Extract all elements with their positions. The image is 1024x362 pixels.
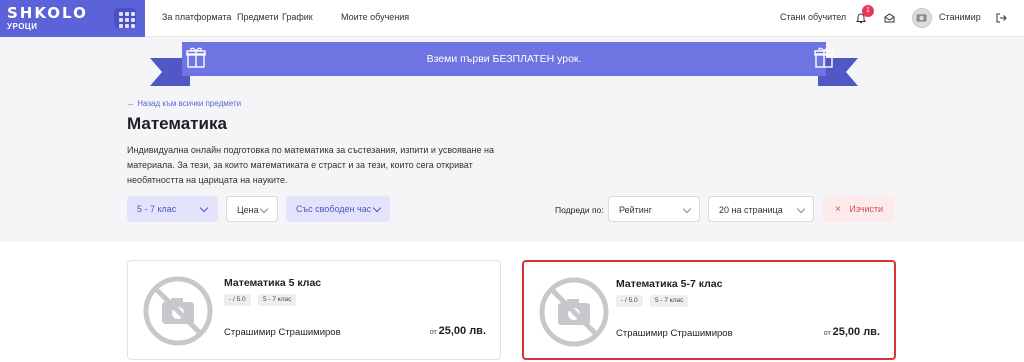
course-card[interactable]: Математика 5-7 клас - / 5.0 5 - 7 клас С… bbox=[522, 260, 896, 360]
page-title: Математика bbox=[127, 114, 227, 133]
price-filter[interactable]: Цена bbox=[226, 196, 278, 222]
price-filter-label: Цена bbox=[237, 205, 259, 215]
banner-text: Вземи първи БЕЗПЛАТЕН урок. bbox=[426, 53, 582, 65]
rating-badge: - / 5.0 bbox=[616, 295, 643, 307]
free-hour-filter[interactable]: Със свободен час bbox=[286, 196, 390, 222]
price-prefix: от bbox=[429, 329, 437, 336]
chevron-down-icon bbox=[682, 204, 692, 214]
grade-filter[interactable]: 5 - 7 клас bbox=[127, 196, 218, 222]
course-card[interactable]: Математика 5 клас - / 5.0 5 - 7 клас Стр… bbox=[127, 260, 501, 360]
grade-filter-value: 5 - 7 клас bbox=[137, 204, 177, 214]
nav-item-platform[interactable]: За платформата bbox=[162, 12, 231, 22]
camera-icon bbox=[916, 14, 927, 22]
logout-icon[interactable] bbox=[996, 13, 1007, 23]
no-image-icon bbox=[539, 277, 609, 347]
grade-badge: 5 - 7 клас bbox=[258, 294, 297, 306]
top-navbar: SHKOLO УРОЦИ За платформата Предмети Гра… bbox=[0, 0, 1024, 37]
nav-item-schedule[interactable]: График bbox=[282, 12, 313, 22]
sort-label: Подреди по: bbox=[555, 205, 604, 215]
per-page-value: 20 на страница bbox=[719, 205, 783, 215]
rating-badge: - / 5.0 bbox=[224, 294, 251, 306]
sort-order-value: Рейтинг bbox=[619, 205, 653, 215]
nav-item-subjects[interactable]: Предмети bbox=[237, 12, 279, 22]
free-hour-filter-label: Със свободен час bbox=[296, 204, 372, 214]
price-prefix: от bbox=[823, 330, 831, 337]
course-price: от 25,00 лв. bbox=[824, 326, 880, 338]
become-teacher-link[interactable]: Стани обучител bbox=[780, 12, 846, 22]
chevron-down-icon bbox=[796, 204, 806, 214]
grade-badge: 5 - 7 клас bbox=[650, 295, 689, 307]
inbox-icon[interactable] bbox=[884, 13, 895, 23]
clear-filters-button[interactable]: × Изчисти bbox=[823, 196, 895, 222]
avatar[interactable] bbox=[912, 8, 932, 28]
chevron-down-icon bbox=[372, 203, 382, 213]
user-name[interactable]: Станимир bbox=[939, 12, 981, 22]
apps-grid-icon[interactable] bbox=[114, 8, 136, 28]
nav-item-my-courses[interactable]: Моите обучения bbox=[341, 12, 409, 22]
price-value: 25,00 лв. bbox=[438, 325, 486, 337]
subject-description: Индивидуална онлайн подготовка по матема… bbox=[127, 145, 495, 185]
course-title[interactable]: Математика 5-7 клас bbox=[616, 278, 722, 290]
clear-filters-label: Изчисти bbox=[849, 204, 884, 214]
teacher-name[interactable]: Страшимир Страшимиров bbox=[616, 328, 733, 339]
logo-brand: SHKOLO bbox=[7, 4, 88, 22]
chevron-down-icon bbox=[199, 203, 209, 213]
course-title[interactable]: Математика 5 клас bbox=[224, 277, 321, 289]
logo-subtitle: УРОЦИ bbox=[7, 22, 38, 31]
logo[interactable]: SHKOLO УРОЦИ bbox=[0, 0, 145, 37]
back-to-subjects-link[interactable]: ← Назад към всички предмети bbox=[127, 99, 241, 108]
course-price: от 25,00 лв. bbox=[430, 325, 486, 337]
close-icon: × bbox=[835, 204, 841, 215]
sort-order-select[interactable]: Рейтинг bbox=[608, 196, 700, 222]
per-page-select[interactable]: 20 на страница bbox=[708, 196, 814, 222]
no-image-icon bbox=[143, 276, 213, 346]
gift-icon bbox=[814, 47, 834, 68]
chevron-down-icon bbox=[259, 204, 269, 214]
price-value: 25,00 лв. bbox=[832, 326, 880, 338]
teacher-name[interactable]: Страшимир Страшимиров bbox=[224, 327, 341, 338]
notification-badge: 1 bbox=[862, 5, 874, 17]
promo-banner[interactable]: Вземи първи БЕЗПЛАТЕН урок. bbox=[150, 40, 858, 88]
